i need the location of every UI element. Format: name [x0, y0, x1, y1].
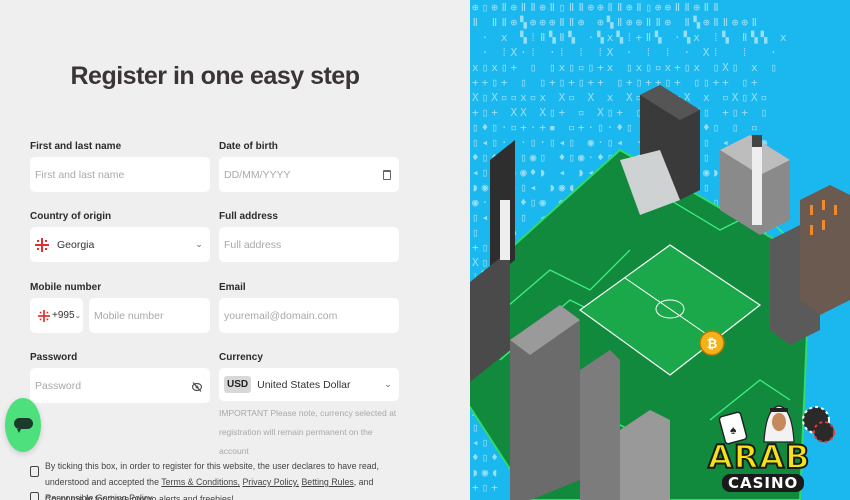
registration-panel: Register in one easy step First and last…	[0, 0, 470, 500]
eye-off-icon[interactable]	[191, 380, 203, 392]
email-label: Email	[219, 282, 246, 293]
name-placeholder: First and last name	[35, 168, 125, 181]
currency-select[interactable]: USD United States Dollar ⌄	[219, 368, 399, 401]
country-label: Country of origin	[30, 211, 112, 222]
address-input[interactable]: Full address	[219, 227, 399, 262]
password-label: Password	[30, 352, 78, 363]
chat-button[interactable]	[5, 398, 41, 452]
terms-and: , and	[353, 477, 374, 487]
email-placeholder: youremail@domain.com	[224, 309, 338, 322]
svg-text:₿: ₿	[707, 337, 718, 352]
chevron-down-icon: ⌄	[195, 239, 203, 249]
logo-arab-text: ARAB	[707, 437, 811, 477]
white-pillar	[752, 135, 762, 225]
dob-input[interactable]: DD/MM/YYYY	[219, 157, 399, 192]
promo-text: Count me in for those promo alerts and f…	[45, 494, 234, 500]
promo-checkbox[interactable]	[30, 492, 39, 500]
country-select[interactable]: Georgia ⌄	[30, 227, 210, 262]
mobile-input[interactable]: Mobile number	[89, 298, 210, 333]
address-label: Full address	[219, 211, 278, 222]
currency-code-badge: USD	[224, 376, 252, 393]
currency-note: IMPORTANT Please note, currency selected…	[219, 408, 397, 456]
georgia-flag-icon	[35, 237, 49, 252]
phone-code-value: +995	[52, 310, 75, 321]
name-label: First and last name	[30, 141, 122, 152]
chat-bubble-icon	[13, 417, 33, 433]
logo-casino-text: CASINO	[722, 474, 805, 492]
promo-row: Count me in for those promo alerts and f…	[30, 491, 234, 500]
svg-text:♠: ♠	[730, 423, 737, 437]
calendar-icon[interactable]	[383, 169, 391, 180]
betting-rules-link[interactable]: Betting Rules	[301, 477, 353, 487]
password-input[interactable]: Password	[30, 368, 210, 403]
address-placeholder: Full address	[224, 238, 282, 251]
country-value: Georgia	[57, 238, 95, 251]
chevron-down-icon: ⌄	[384, 379, 392, 389]
page-title: Register in one easy step	[70, 62, 360, 90]
currency-label: Currency	[219, 352, 263, 363]
email-input[interactable]: youremail@domain.com	[219, 298, 399, 333]
terms-link[interactable]: Terms & Conditions,	[161, 477, 240, 487]
phone-code-select[interactable]: +995 ⌄	[30, 298, 83, 333]
name-input[interactable]: First and last name	[30, 157, 210, 192]
password-placeholder: Password	[35, 379, 82, 392]
dob-label: Date of birth	[219, 141, 278, 152]
georgia-flag-icon	[38, 309, 50, 322]
chevron-down-icon: ⌄	[74, 311, 82, 320]
mobile-label: Mobile number	[30, 282, 102, 293]
arab-casino-logo: ♠ ARAB CASINO	[702, 400, 850, 500]
promo-illustration-panel: ⊕▯⊕ǁ⊕ǁǁ⊕ǁ▯ǁǁ⊕⊕ǁǁ⊕ǁ▯⊕⊕ǁǁ⊕ǁǁ ǁ ǁǁ⊕▚⊕⊕⊕ǁǁ⊕ …	[470, 0, 850, 500]
terms-checkbox[interactable]	[30, 466, 39, 477]
dob-placeholder: DD/MM/YYYY	[224, 168, 291, 181]
currency-value: United States Dollar	[257, 378, 351, 391]
privacy-link[interactable]: Privacy Policy,	[242, 477, 299, 487]
mobile-placeholder: Mobile number	[94, 309, 164, 322]
